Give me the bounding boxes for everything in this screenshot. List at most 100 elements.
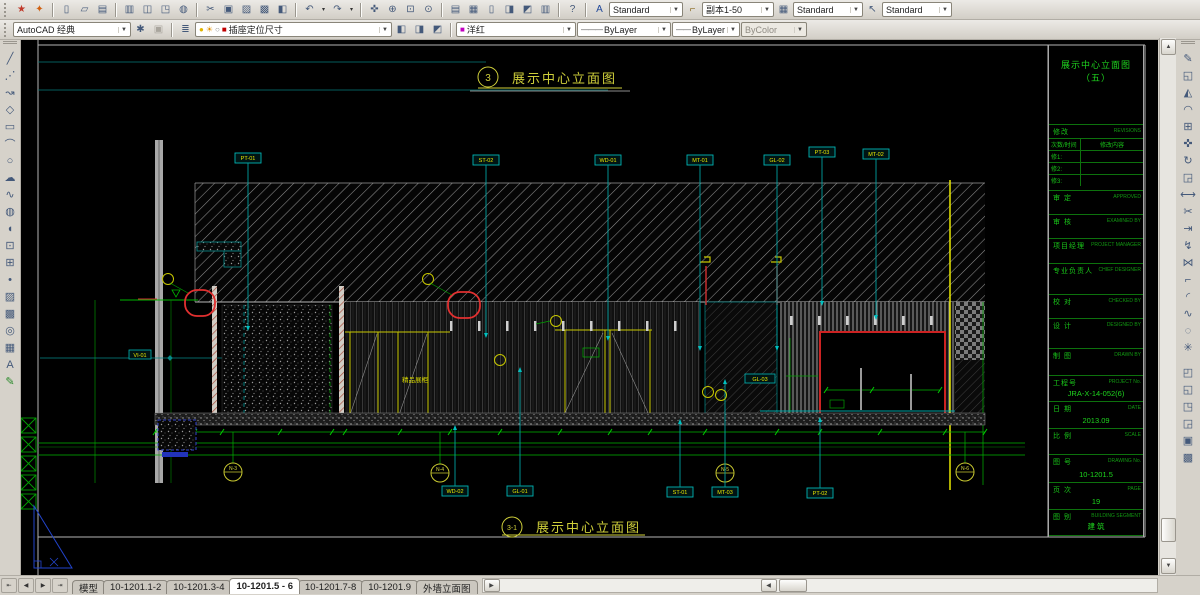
add-selected-icon[interactable]: ✎	[2, 373, 19, 390]
last-tab-button[interactable]: ⇥	[52, 578, 68, 593]
chevron-down-icon[interactable]: ▼	[939, 7, 948, 13]
chevron-down-icon[interactable]: ▼	[794, 27, 803, 33]
next-tab-button[interactable]: ▶	[35, 578, 51, 593]
horizontal-scrollbar[interactable]: ◀ ▶	[482, 578, 1158, 593]
layout-tab-模型[interactable]: 模型	[72, 580, 105, 594]
qnew-icon[interactable]: ▯	[58, 1, 75, 18]
mleader-style-icon[interactable]: ↖	[864, 1, 881, 18]
join-icon[interactable]: ⌐	[1180, 271, 1197, 288]
make-layer-current-icon[interactable]: ◧	[393, 21, 410, 38]
layout-tab-10-1201.1-2[interactable]: 10-1201.1-2	[103, 580, 168, 594]
insert-block-icon[interactable]: ⊡	[2, 237, 19, 254]
blend-icon[interactable]: ◌	[1180, 322, 1197, 339]
text-style-icon[interactable]: A	[591, 1, 608, 18]
construction-line-icon[interactable]: ⋰	[2, 67, 19, 84]
layer-properties-icon[interactable]: ≣	[177, 21, 194, 38]
zoom-previous-icon[interactable]: ⊙	[420, 1, 437, 18]
cut-icon[interactable]: ✂	[202, 1, 219, 18]
revision-cloud-icon[interactable]: ☁	[2, 169, 19, 186]
first-tab-button[interactable]: ⇤	[1, 578, 17, 593]
toolbar-grip[interactable]	[4, 23, 10, 37]
color-select[interactable]: ■洋红▼	[456, 22, 576, 37]
paste-special-icon[interactable]: ▩	[256, 1, 273, 18]
extend-icon[interactable]: ⇥	[1180, 220, 1197, 237]
zoom-realtime-icon[interactable]: ⊕	[384, 1, 401, 18]
3d-dwf-icon[interactable]: ◍	[175, 1, 192, 18]
fillet-icon[interactable]: ∿	[1180, 305, 1197, 322]
hatch-to-back-icon[interactable]: ▩	[1180, 449, 1197, 466]
sheet-set-manager-icon[interactable]: ◨	[501, 1, 518, 18]
workspace-settings-icon[interactable]: ✱	[132, 21, 149, 38]
zoom-window-icon[interactable]: ⊡	[402, 1, 419, 18]
arc-icon[interactable]: ⌒	[2, 135, 19, 152]
layout-tab-10-1201.5-6[interactable]: 10-1201.5 - 6	[229, 578, 300, 594]
region-icon[interactable]: ◎	[2, 322, 19, 339]
table-style-icon[interactable]: ▦	[775, 1, 792, 18]
multiline-text-icon[interactable]: A	[2, 356, 19, 373]
save-workspace-icon[interactable]: ▣	[150, 21, 167, 38]
text-to-front-icon[interactable]: ▣	[1180, 432, 1197, 449]
linetype-select[interactable]: ———ByLayer▼	[577, 22, 671, 37]
plot-icon[interactable]: ▥	[121, 1, 138, 18]
chevron-down-icon[interactable]: ▼	[658, 27, 667, 33]
ellipse-arc-icon[interactable]: ◖	[2, 220, 19, 237]
redo-icon[interactable]: ↷	[329, 1, 346, 18]
ellipse-icon[interactable]: ◍	[2, 203, 19, 220]
designcenter-icon[interactable]: ▦	[465, 1, 482, 18]
workspace-select[interactable]: AutoCAD 经典▼	[13, 22, 131, 37]
break-icon[interactable]: ⋈	[1180, 254, 1197, 271]
copy-icon[interactable]: ◱	[1180, 67, 1197, 84]
open-icon[interactable]: ▱	[76, 1, 93, 18]
publish-icon[interactable]: ◳	[157, 1, 174, 18]
toolbar-grip[interactable]	[1181, 41, 1195, 48]
scale-icon[interactable]: ◲	[1180, 169, 1197, 186]
bring-above-icon[interactable]: ◳	[1180, 398, 1197, 415]
help-icon[interactable]: ?	[564, 1, 581, 18]
pan-icon[interactable]: ✜	[366, 1, 383, 18]
plotstyle-select[interactable]: ByColor▼	[741, 22, 807, 37]
chevron-down-icon[interactable]: ▼	[563, 27, 572, 33]
prev-tab-button[interactable]: ◀	[18, 578, 34, 593]
layout-tab-10-1201.9[interactable]: 10-1201.9	[361, 580, 418, 594]
scroll-right-button[interactable]: ▶	[484, 579, 500, 592]
rotate-icon[interactable]: ↻	[1180, 152, 1197, 169]
circle-icon[interactable]: ○	[2, 152, 19, 169]
dim-style-icon[interactable]: ⌐	[684, 1, 701, 18]
undo-menu-icon[interactable]: ▾	[319, 1, 328, 18]
move-icon[interactable]: ✜	[1180, 135, 1197, 152]
layer-states-icon[interactable]: ◩	[429, 21, 446, 38]
save-icon[interactable]: ▤	[94, 1, 111, 18]
table-style-select[interactable]: Standard▼	[793, 2, 863, 17]
mleader-style-select[interactable]: Standard▼	[882, 2, 952, 17]
chevron-down-icon[interactable]: ▼	[670, 7, 679, 13]
toolbar-grip[interactable]	[4, 3, 10, 17]
gradient-icon[interactable]: ▩	[2, 305, 19, 322]
plot-preview-icon[interactable]: ◫	[139, 1, 156, 18]
copy-clip-icon[interactable]: ▣	[220, 1, 237, 18]
undo-icon[interactable]: ↶	[301, 1, 318, 18]
polyline-icon[interactable]: ↝	[2, 84, 19, 101]
mirror-icon[interactable]: ◭	[1180, 84, 1197, 101]
chevron-down-icon[interactable]: ▼	[379, 27, 388, 33]
stretch-icon[interactable]: ⟷	[1180, 186, 1197, 203]
paste-icon[interactable]: ▨	[238, 1, 255, 18]
trim-icon[interactable]: ✂	[1180, 203, 1197, 220]
lineweight-select[interactable]: ——ByLayer▼	[672, 22, 740, 37]
rectangle-icon[interactable]: ▭	[2, 118, 19, 135]
plugin-a-icon[interactable]: ★	[13, 1, 30, 18]
quickcalc-icon[interactable]: ▥	[537, 1, 554, 18]
layout-tab-外墙立面图[interactable]: 外墙立面图	[416, 580, 478, 594]
properties-palette-icon[interactable]: ▤	[447, 1, 464, 18]
vertical-scrollbar[interactable]: ▲ ▼	[1159, 38, 1176, 575]
offset-icon[interactable]: ◠	[1180, 101, 1197, 118]
array-icon[interactable]: ⊞	[1180, 118, 1197, 135]
scroll-down-button[interactable]: ▼	[1161, 558, 1176, 574]
tool-palettes-icon[interactable]: ▯	[483, 1, 500, 18]
bring-to-front-icon[interactable]: ◰	[1180, 364, 1197, 381]
chevron-down-icon[interactable]: ▼	[118, 27, 127, 33]
line-icon[interactable]: ╱	[2, 50, 19, 67]
hatch-icon[interactable]: ▨	[2, 288, 19, 305]
send-under-icon[interactable]: ◲	[1180, 415, 1197, 432]
scroll-left-button[interactable]: ◀	[761, 579, 777, 592]
vertical-scroll-thumb[interactable]	[1161, 518, 1176, 542]
